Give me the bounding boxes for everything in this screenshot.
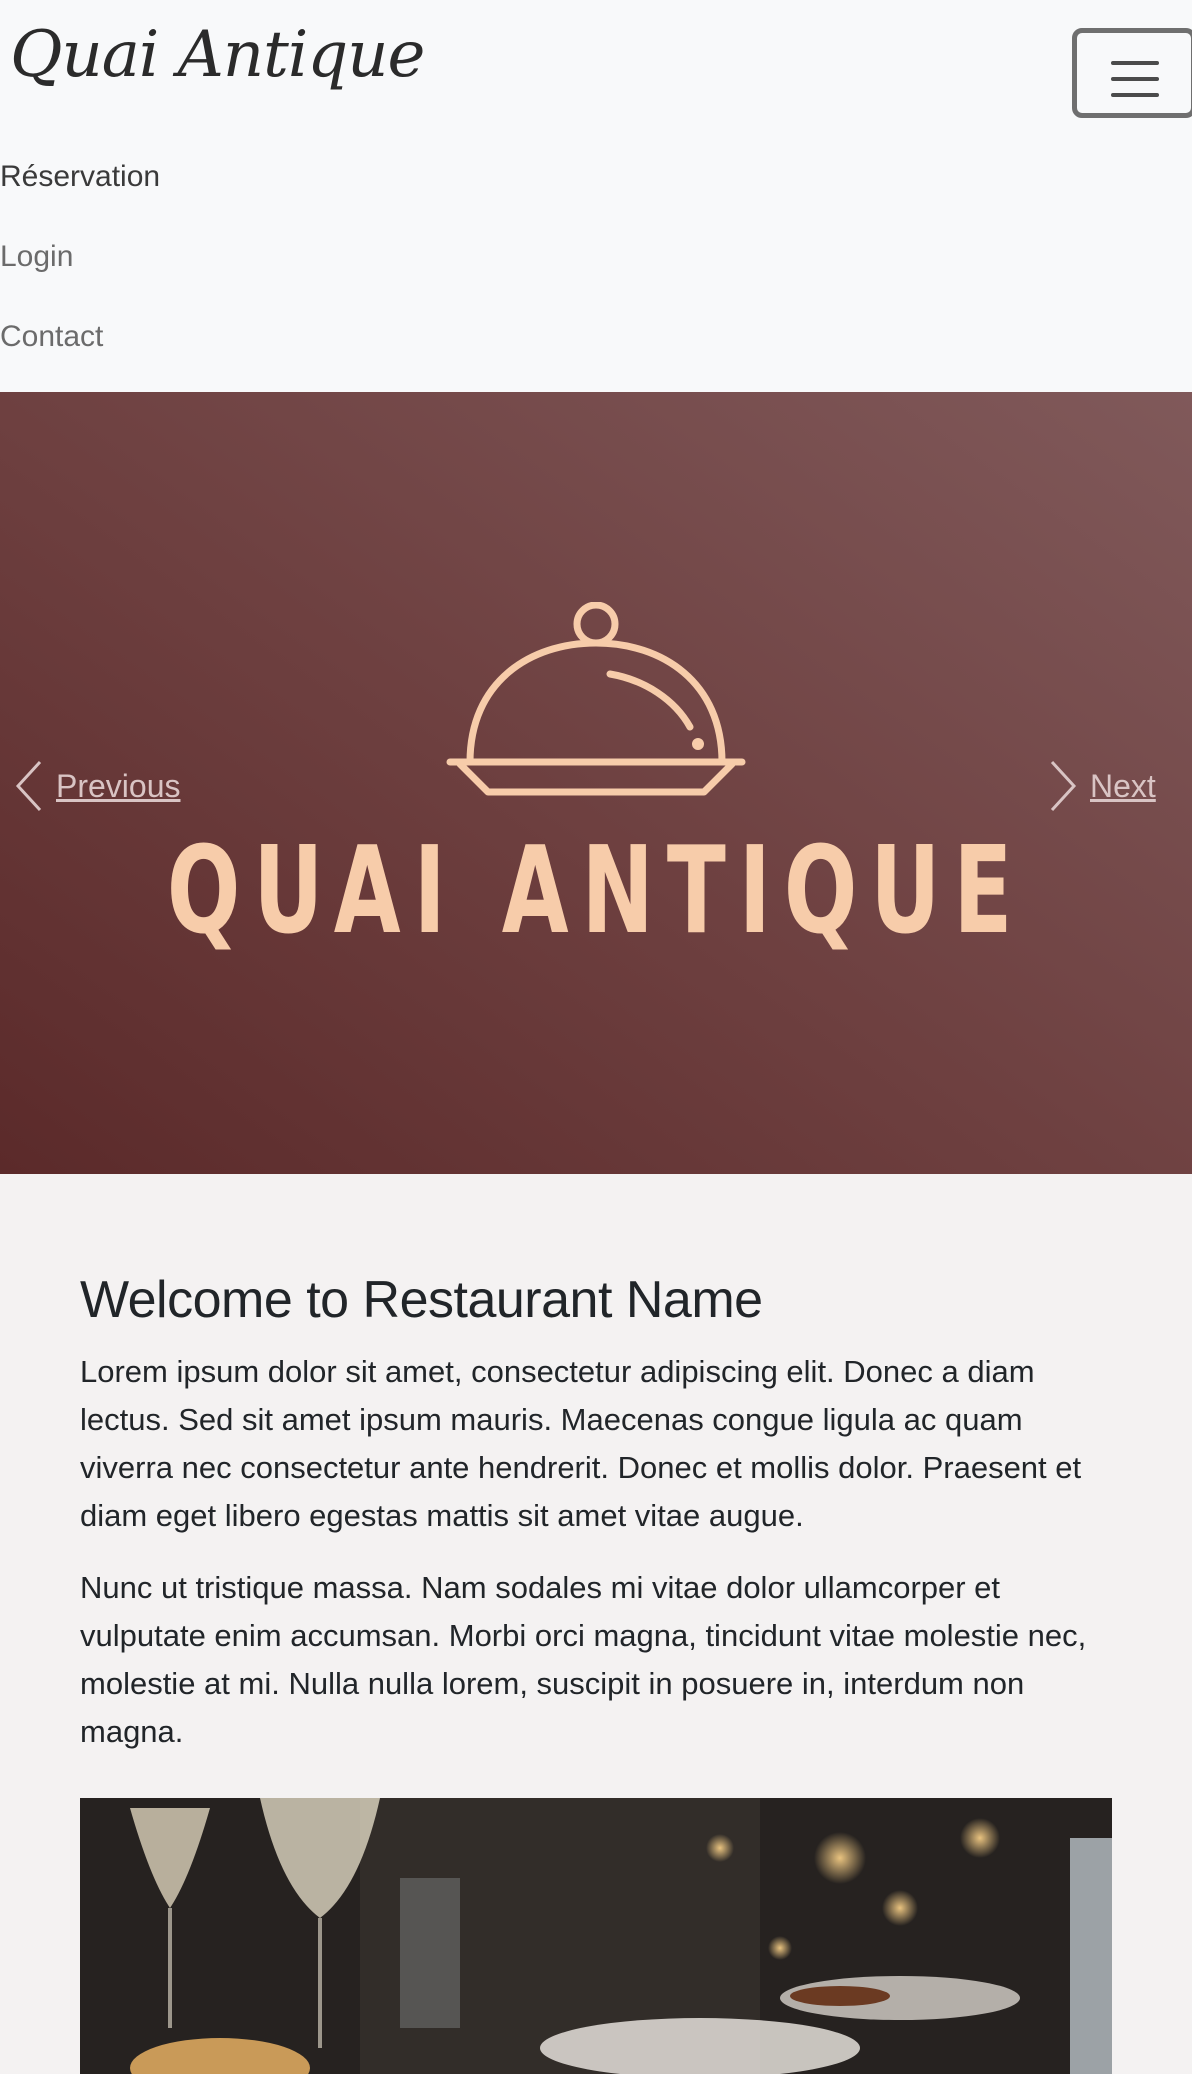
hamburger-menu-icon xyxy=(1111,61,1159,97)
carousel-next-button[interactable]: Next xyxy=(1048,758,1156,814)
restaurant-photo xyxy=(80,1798,1112,2074)
navbar-toggler-button[interactable] xyxy=(1072,28,1192,118)
carousel-previous-button[interactable]: Previous xyxy=(14,758,181,814)
cloche-icon xyxy=(446,602,746,796)
nav-link-contact[interactable]: Contact xyxy=(0,310,160,390)
intro-paragraph-1: Lorem ipsum dolor sit amet, consectetur … xyxy=(80,1354,1082,1533)
nav-link-login[interactable]: Login xyxy=(0,230,160,310)
hero-carousel: QUAI ANTIQUE Previous Next xyxy=(0,392,1192,1174)
page: Quai Antique Réservation Login Contact Q… xyxy=(0,0,1192,2074)
carousel-next-label: Next xyxy=(1090,767,1156,804)
chevron-right-icon xyxy=(1050,760,1077,812)
restaurant-photo-illustration xyxy=(80,1798,1112,2074)
main-content: Welcome to Restaurant Name Lorem ipsum d… xyxy=(80,1270,1112,1780)
nav-links: Réservation Login Contact xyxy=(0,150,160,390)
brand-logo[interactable]: Quai Antique xyxy=(10,18,425,92)
nav-link-reservation[interactable]: Réservation xyxy=(0,150,160,230)
chevron-left-icon xyxy=(15,760,42,812)
page-title: Welcome to Restaurant Name xyxy=(80,1271,763,1329)
navbar: Quai Antique Réservation Login Contact xyxy=(0,0,1192,392)
carousel-logo-text: QUAI ANTIQUE xyxy=(166,822,1026,961)
carousel-previous-label: Previous xyxy=(56,767,181,804)
intro-paragraph-2: Nunc ut tristique massa. Nam sodales mi … xyxy=(80,1570,1087,1749)
